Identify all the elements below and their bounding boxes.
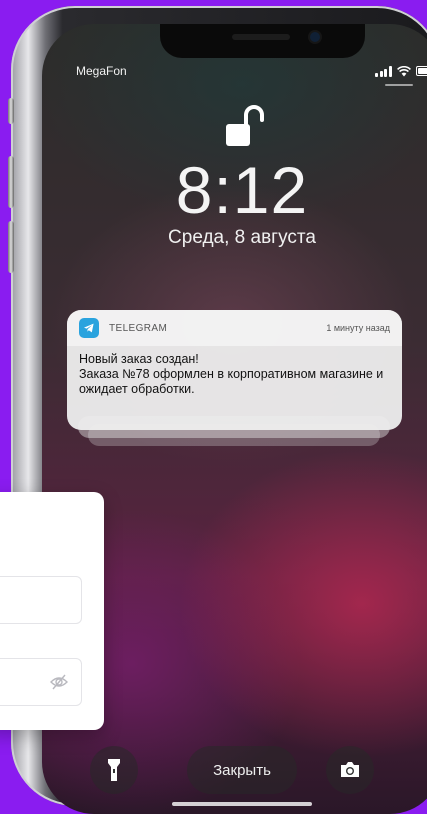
login-form-card	[0, 492, 104, 730]
status-icons	[375, 64, 427, 78]
camera-icon	[339, 761, 361, 779]
home-indicator	[172, 802, 312, 806]
notification-header: TELEGRAM 1 минуту назад	[67, 310, 402, 346]
battery-icon	[416, 66, 427, 76]
carrier-name: MegaFon	[76, 64, 127, 78]
volume-down-button	[8, 221, 14, 273]
notification-title: Новый заказ создан!	[79, 352, 390, 367]
notch	[160, 24, 365, 58]
notification-message: Заказа №78 оформлен в корпоративном мага…	[79, 367, 390, 397]
volume-up-button	[8, 156, 14, 208]
notification-content: Новый заказ создан! Заказа №78 оформлен …	[67, 346, 402, 397]
lock-date: Среда, 8 августа	[42, 227, 427, 249]
close-button[interactable]: Закрыть	[187, 746, 297, 794]
signal-icon	[375, 66, 392, 77]
flashlight-button[interactable]	[90, 746, 138, 794]
speaker-grille	[232, 34, 290, 40]
eye-slash-icon[interactable]	[49, 672, 69, 692]
telegram-notification[interactable]: TELEGRAM 1 минуту назад Новый заказ созд…	[67, 310, 402, 430]
camera-button[interactable]	[326, 746, 374, 794]
password-field[interactable]	[0, 658, 82, 706]
unlocked-padlock-icon	[224, 104, 264, 148]
mute-switch	[8, 98, 14, 124]
wifi-icon	[397, 66, 411, 77]
control-center-indicator	[385, 84, 413, 86]
front-camera	[310, 32, 320, 42]
flashlight-icon	[107, 758, 121, 782]
telegram-icon	[79, 318, 99, 338]
login-field[interactable]	[0, 576, 82, 624]
notification-app-name: TELEGRAM	[109, 323, 326, 334]
notification-time: 1 минуту назад	[326, 323, 390, 333]
lock-time: 8:12	[42, 152, 427, 228]
